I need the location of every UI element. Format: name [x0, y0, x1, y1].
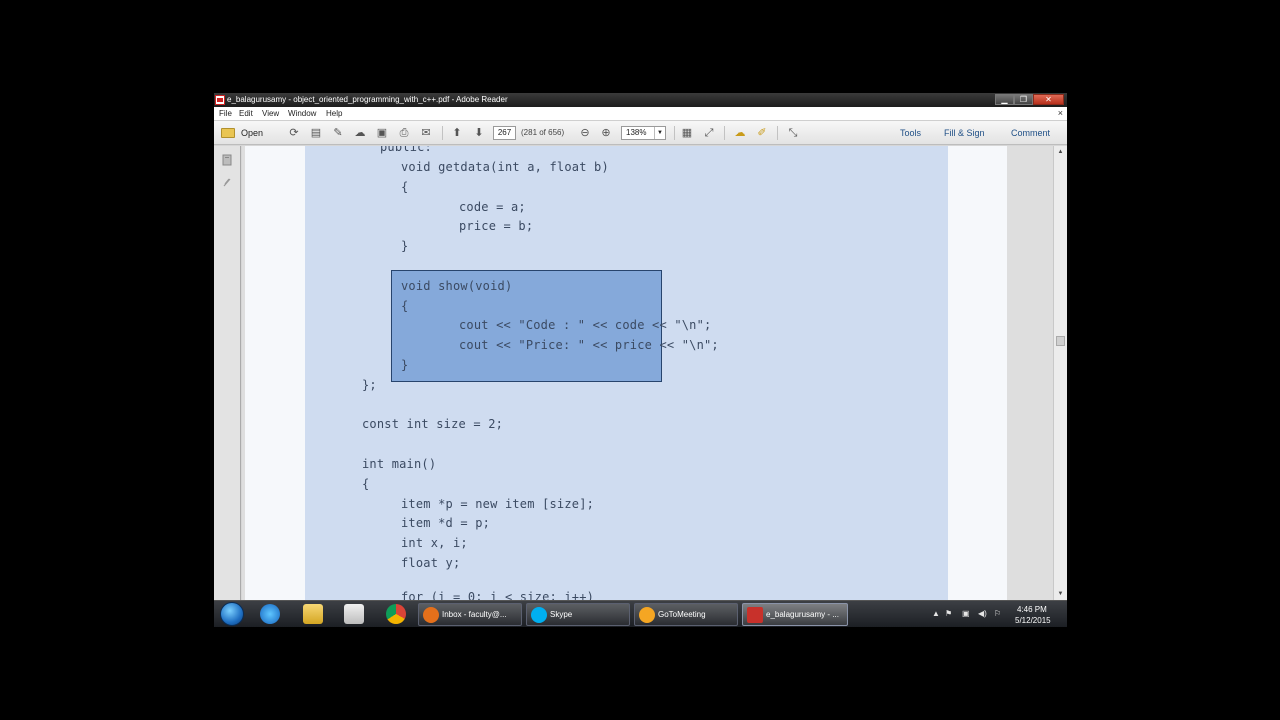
- scroll-up-icon[interactable]: ▲: [1054, 146, 1067, 158]
- code-line: int x, i;: [401, 536, 468, 550]
- code-line: int main(): [362, 457, 437, 471]
- code-line: }: [401, 239, 409, 253]
- notification-icon[interactable]: ⚑: [945, 610, 952, 618]
- fit-page-icon[interactable]: ▦: [680, 126, 694, 140]
- taskbar: Inbox - faculty@... Skype GoToMeeting e_…: [214, 600, 1067, 627]
- scroll-down-icon[interactable]: ▼: [1054, 588, 1067, 600]
- page-count: (281 of 656): [521, 128, 565, 137]
- code-line: {: [401, 180, 409, 194]
- document-view[interactable]: public: void getdata(int a, float b) { c…: [242, 146, 1053, 600]
- code-line: price = b;: [459, 219, 534, 233]
- toolbar: Open ⟳ ▤ ✎ ☁ ▣ ⎙ ✉ ⬆ ⬇ 267 (281 of 656) …: [214, 121, 1067, 145]
- taskbar-item-firefox[interactable]: Inbox - faculty@...: [418, 603, 522, 626]
- skype-icon: [531, 607, 547, 623]
- zoom-out-icon[interactable]: ⊖: [578, 126, 592, 140]
- clock-date[interactable]: 5/12/2015: [1015, 616, 1051, 625]
- create-icon[interactable]: ▤: [309, 126, 323, 140]
- previous-page-icon[interactable]: ⬆: [450, 126, 464, 140]
- page-number-input[interactable]: 267: [493, 126, 516, 140]
- task-label: e_balagurusamy - ...: [766, 610, 839, 619]
- cloud-upload-icon[interactable]: ☁: [353, 126, 367, 140]
- toolbar-divider: [777, 126, 778, 140]
- show-hidden-icons-icon[interactable]: ▲: [932, 610, 940, 618]
- code-line: {: [401, 299, 409, 313]
- clock-time[interactable]: 4:46 PM: [1017, 605, 1047, 614]
- menu-view[interactable]: View: [262, 109, 279, 118]
- toolbar-divider: [442, 126, 443, 140]
- menu-edit[interactable]: Edit: [239, 109, 253, 118]
- open-folder-icon[interactable]: [221, 128, 235, 138]
- code-line: code = a;: [459, 200, 526, 214]
- zoom-value: 138%: [626, 128, 647, 137]
- edit-icon[interactable]: ✎: [331, 126, 345, 140]
- open-button[interactable]: Open: [241, 128, 263, 138]
- taskbar-item-adobe-reader[interactable]: e_balagurusamy - ...: [742, 603, 848, 626]
- firefox-icon: [423, 607, 439, 623]
- taskbar-item-skype[interactable]: Skype: [526, 603, 630, 626]
- next-page-icon[interactable]: ⬇: [472, 126, 486, 140]
- file-explorer-icon[interactable]: [303, 604, 323, 624]
- toolbar-divider: [674, 126, 675, 140]
- code-line: item *d = p;: [401, 516, 491, 530]
- menu-window[interactable]: Window: [288, 109, 316, 118]
- navigation-pane: [214, 146, 241, 600]
- action-center-icon[interactable]: ⚐: [994, 610, 1001, 618]
- volume-icon[interactable]: ◀): [978, 610, 987, 618]
- code-line: cout << "Price: " << price << "\n";: [459, 338, 719, 352]
- code-line: item *p = new item [size];: [401, 497, 595, 511]
- taskbar-item-gotomeeting[interactable]: GoToMeeting: [634, 603, 738, 626]
- window-titlebar[interactable]: e_balagurusamy - object_oriented_program…: [214, 93, 1067, 107]
- window-title: e_balagurusamy - object_oriented_program…: [227, 95, 508, 104]
- start-button[interactable]: [220, 602, 244, 626]
- sticky-note-icon[interactable]: ☁: [733, 126, 747, 140]
- menu-help[interactable]: Help: [326, 109, 342, 118]
- maximize-button[interactable]: ❐: [1014, 94, 1033, 105]
- scroll-thumb[interactable]: [1056, 336, 1065, 346]
- task-label: Inbox - faculty@...: [442, 610, 507, 619]
- toolbar-divider: [724, 126, 725, 140]
- pdf-page: public: void getdata(int a, float b) { c…: [245, 146, 1007, 600]
- menu-bar: File Edit View Window Help ×: [214, 107, 1067, 121]
- comment-button[interactable]: Comment: [1011, 128, 1050, 138]
- internet-explorer-icon[interactable]: [260, 604, 280, 624]
- zoom-in-icon[interactable]: ⊕: [599, 126, 613, 140]
- code-line: cout << "Code : " << code << "\n";: [459, 318, 712, 332]
- media-player-icon[interactable]: [344, 604, 364, 624]
- page-thumbnails-icon[interactable]: [221, 154, 233, 166]
- email-icon[interactable]: ✉: [419, 126, 433, 140]
- code-line: };: [362, 378, 377, 392]
- attachments-icon[interactable]: [221, 176, 233, 188]
- menu-file[interactable]: File: [219, 109, 232, 118]
- code-line: const int size = 2;: [362, 417, 504, 431]
- full-screen-icon[interactable]: ⤡: [786, 126, 800, 140]
- code-line: {: [362, 477, 370, 491]
- zoom-select[interactable]: 138% ▼: [621, 126, 666, 140]
- code-line: }: [401, 358, 409, 372]
- close-button[interactable]: ✕: [1033, 94, 1064, 105]
- code-line: public:: [380, 146, 432, 154]
- adobe-reader-icon: [747, 607, 763, 623]
- code-line: for (i = 0; i < size; i++): [401, 590, 595, 600]
- tools-button[interactable]: Tools: [900, 128, 921, 138]
- chevron-down-icon[interactable]: ▼: [654, 127, 665, 139]
- desktop-screen: e_balagurusamy - object_oriented_program…: [214, 93, 1067, 627]
- network-icon[interactable]: ▣: [962, 610, 970, 618]
- code-line: void getdata(int a, float b): [401, 160, 609, 174]
- task-label: GoToMeeting: [658, 610, 706, 619]
- adobe-reader-icon: [215, 95, 225, 105]
- close-document-icon[interactable]: ×: [1058, 108, 1063, 118]
- minimize-button[interactable]: ▁: [995, 94, 1014, 105]
- print-icon[interactable]: ⎙: [397, 126, 411, 140]
- highlight-icon[interactable]: ✐: [755, 126, 769, 140]
- task-label: Skype: [550, 610, 573, 619]
- chrome-icon[interactable]: [386, 604, 406, 624]
- code-line: void show(void): [401, 279, 513, 293]
- save-icon[interactable]: ▣: [375, 126, 389, 140]
- fill-sign-button[interactable]: Fill & Sign: [944, 128, 985, 138]
- fit-width-icon[interactable]: ⤢: [702, 126, 716, 140]
- create-pdf-icon[interactable]: ⟳: [287, 126, 301, 140]
- gotomeeting-icon: [639, 607, 655, 623]
- code-line: float y;: [401, 556, 461, 570]
- vertical-scrollbar[interactable]: ▲ ▼: [1053, 146, 1067, 600]
